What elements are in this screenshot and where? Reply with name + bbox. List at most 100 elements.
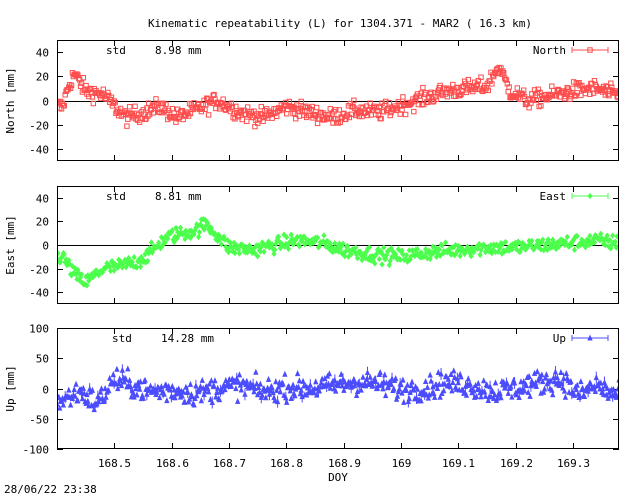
panels: 40 20 0 -20 -40 North [mm] std 8.98 mm North 40 20… bbox=[4, 40, 619, 484]
data-point bbox=[451, 367, 457, 374]
data-point bbox=[457, 252, 463, 260]
data-point bbox=[610, 232, 616, 239]
data-point bbox=[124, 123, 130, 129]
data-point bbox=[379, 261, 385, 268]
x-tick-label: 169 bbox=[392, 457, 412, 470]
data-point bbox=[382, 371, 388, 378]
data-series bbox=[57, 364, 619, 413]
x-axis-label: DOY bbox=[328, 471, 348, 484]
data-point bbox=[406, 395, 412, 402]
data-point bbox=[147, 382, 154, 389]
data-point bbox=[300, 377, 306, 384]
data-point bbox=[114, 365, 120, 372]
data-point bbox=[238, 386, 244, 393]
y-tick-label: 20 bbox=[36, 216, 49, 229]
data-point bbox=[282, 370, 288, 377]
data-point bbox=[177, 224, 184, 231]
data-point bbox=[377, 369, 383, 376]
data-point bbox=[443, 239, 449, 246]
data-point bbox=[321, 232, 327, 239]
y-tick-label: 20 bbox=[36, 71, 49, 84]
data-point bbox=[558, 369, 564, 376]
data-point bbox=[409, 378, 415, 385]
data-point bbox=[253, 368, 259, 375]
data-point bbox=[367, 373, 373, 380]
data-point bbox=[313, 104, 320, 111]
y-tick-label: 100 bbox=[29, 323, 49, 336]
x-tick-label: 168.5 bbox=[98, 457, 131, 470]
data-point bbox=[450, 378, 456, 386]
y-tick-label: -40 bbox=[29, 144, 49, 157]
panel-east: 40 20 0 -20 -40 East [mm] std 8.81 mm East bbox=[4, 186, 619, 304]
y-tick-label: -100 bbox=[23, 444, 50, 457]
data-point bbox=[571, 246, 578, 254]
data-point bbox=[67, 401, 74, 408]
data-point bbox=[290, 381, 296, 388]
data-point bbox=[402, 111, 409, 118]
data-point bbox=[244, 118, 250, 125]
data-point bbox=[284, 398, 290, 405]
x-tick-label: 168.8 bbox=[270, 457, 303, 470]
std-value: 8.81 mm bbox=[155, 190, 202, 203]
data-point bbox=[156, 394, 163, 401]
data-point bbox=[441, 387, 447, 394]
data-point bbox=[126, 104, 133, 110]
y-axis-label: Up [mm] bbox=[4, 365, 17, 411]
x-tick-label: 169.3 bbox=[557, 457, 590, 470]
x-tick-label: 168.7 bbox=[213, 457, 246, 470]
data-point bbox=[420, 84, 426, 91]
data-series bbox=[57, 216, 619, 289]
data-point bbox=[296, 377, 303, 384]
data-point bbox=[400, 94, 406, 100]
y-axis-label: North [mm] bbox=[4, 67, 17, 133]
data-point bbox=[187, 380, 194, 387]
data-point bbox=[261, 248, 267, 255]
data-point bbox=[543, 371, 550, 378]
data-point bbox=[294, 370, 301, 377]
data-point bbox=[541, 385, 548, 392]
data-point bbox=[244, 377, 250, 384]
data-point bbox=[411, 108, 417, 115]
data-point bbox=[233, 385, 239, 392]
data-point bbox=[392, 374, 399, 382]
panel-north: 40 20 0 -20 -40 North [mm] std 8.98 mm North bbox=[4, 40, 619, 161]
data-point bbox=[132, 103, 138, 109]
data-point bbox=[273, 378, 279, 385]
data-point bbox=[505, 88, 511, 95]
data-point bbox=[110, 371, 116, 378]
data-point bbox=[314, 120, 321, 127]
data-point bbox=[199, 376, 205, 383]
data-point bbox=[235, 397, 241, 404]
data-point bbox=[125, 116, 131, 122]
x-tick-label: 168.9 bbox=[328, 457, 361, 470]
y-tick-label: -50 bbox=[29, 414, 49, 427]
data-point bbox=[562, 393, 569, 400]
data-point bbox=[481, 377, 487, 384]
data-point bbox=[236, 371, 243, 378]
data-point bbox=[563, 370, 570, 377]
figure: Kinematic repeatability (L) for 1304.371… bbox=[4, 17, 619, 496]
legend-label: North bbox=[533, 44, 566, 57]
std-label: std bbox=[106, 44, 126, 57]
data-point bbox=[137, 263, 144, 270]
data-point bbox=[313, 378, 319, 385]
y-tick-label: -20 bbox=[29, 264, 49, 277]
data-point bbox=[422, 378, 429, 385]
data-point bbox=[126, 376, 133, 383]
x-tick-label: 169.1 bbox=[442, 457, 475, 470]
data-point bbox=[424, 383, 431, 390]
x-tick-label: 169.2 bbox=[500, 457, 533, 470]
data-point bbox=[212, 377, 218, 384]
std-value: 8.98 mm bbox=[155, 44, 202, 57]
footer-timestamp: 28/06/22 23:38 bbox=[4, 483, 97, 496]
y-tick-label: 0 bbox=[42, 96, 49, 109]
chart-title: Kinematic repeatability (L) for 1304.371… bbox=[148, 17, 532, 30]
std-value: 14.28 mm bbox=[161, 332, 214, 345]
data-point bbox=[404, 381, 411, 388]
data-point bbox=[427, 371, 433, 378]
data-point bbox=[400, 376, 406, 383]
data-point bbox=[205, 112, 212, 118]
data-point bbox=[383, 392, 389, 399]
std-label: std bbox=[106, 190, 126, 203]
data-point bbox=[376, 255, 382, 263]
